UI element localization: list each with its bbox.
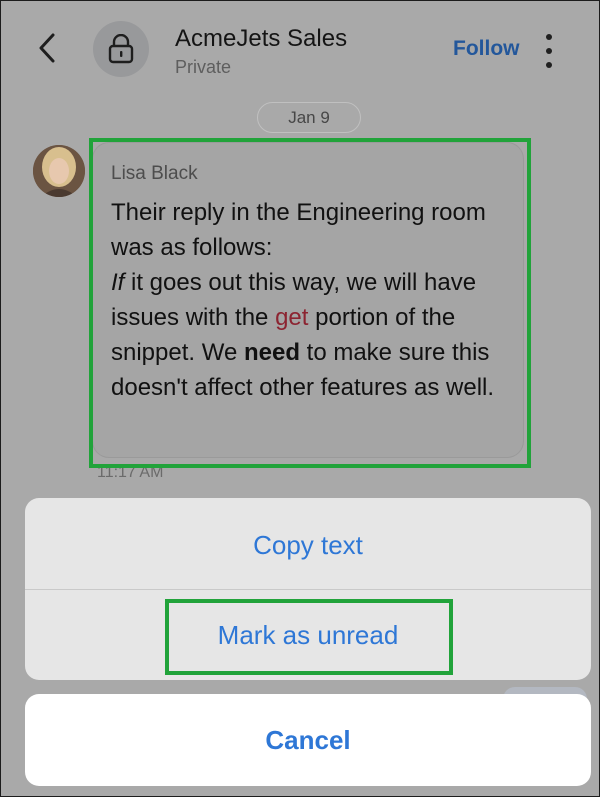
copy-text-button[interactable]: Copy text (25, 500, 591, 590)
app-window: AcmeJets Sales Private Follow Jan 9 Lisa… (0, 0, 600, 797)
room-privacy-label: Private (175, 57, 232, 77)
room-title[interactable]: AcmeJets Sales (175, 25, 347, 53)
cancel-button[interactable]: Cancel (25, 694, 591, 786)
italic-word: If (111, 269, 125, 296)
action-sheet: Copy text Mark as unread (25, 498, 591, 680)
avatar[interactable] (33, 145, 85, 197)
user-photo (33, 145, 85, 197)
bold-word: need (243, 339, 300, 366)
date-separator: Jan 9 (257, 102, 361, 133)
message-text: Their reply in the Engineering room was … (111, 195, 516, 405)
message-bubble[interactable]: Lisa Black Their reply in the Engineerin… (93, 143, 523, 457)
chat-header: AcmeJets Sales Private Follow (1, 1, 599, 93)
sender-name: Lisa Black (111, 163, 198, 184)
chevron-left-icon[interactable] (33, 31, 61, 65)
code-word: get (275, 304, 309, 331)
more-vertical-icon[interactable] (541, 31, 557, 71)
follow-button[interactable]: Follow (453, 37, 520, 61)
lock-icon (108, 34, 134, 64)
room-avatar (93, 21, 149, 77)
message-timestamp: 11:17 AM (97, 464, 164, 481)
mark-as-unread-button[interactable]: Mark as unread (25, 590, 591, 680)
message-line-1: Their reply in the Engineering room was … (111, 199, 486, 261)
